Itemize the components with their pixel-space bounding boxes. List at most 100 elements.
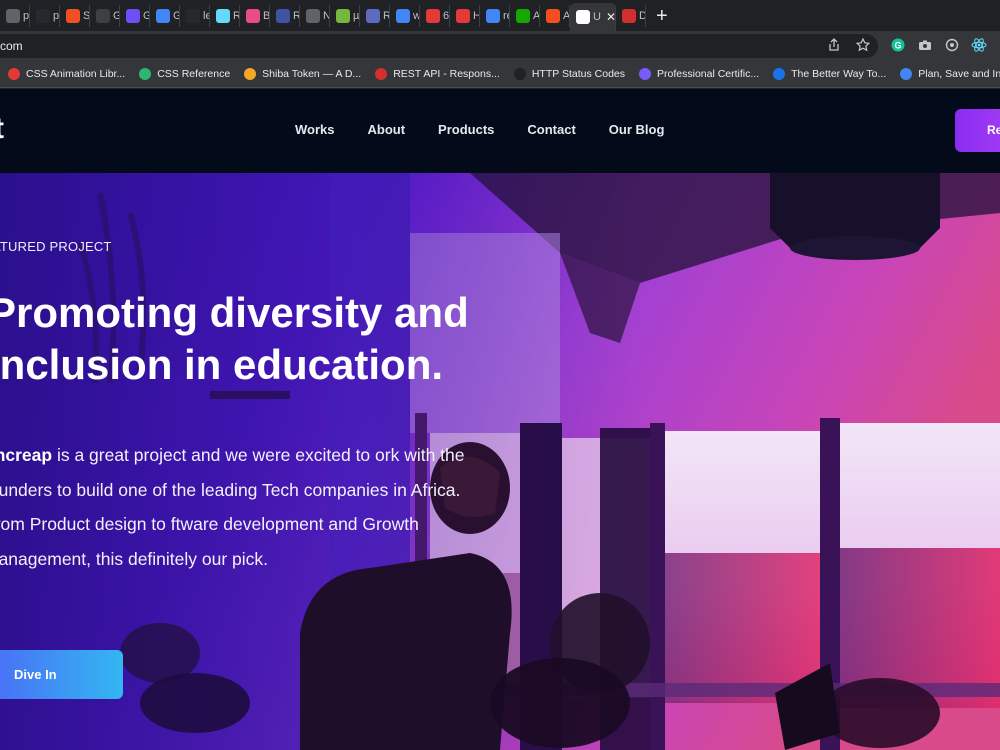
nav-about[interactable]: About — [368, 122, 406, 137]
bookmark-label: Plan, Save and Inve... — [918, 67, 1000, 80]
utorrent-icon — [336, 8, 350, 23]
close-tab-icon[interactable]: ✕ — [606, 10, 615, 24]
tab-strip: pu pu Si Ge Ge Gc ler Re Br Re Ne µT Re wl 6 c He re Ac Ac… — [0, 0, 1000, 31]
bookmark-label: CSS Reference — [157, 67, 231, 80]
browser-tab[interactable]: Br — [240, 4, 270, 27]
bookmark-item[interactable]: REST API - Respons... — [375, 67, 500, 80]
browser-tab-label: Br — [263, 9, 270, 22]
react-icon — [216, 8, 230, 23]
bookmark-item[interactable]: The Better Way To... — [773, 67, 887, 80]
featured-project-label: ATURED PROJECT — [0, 239, 112, 254]
bookmark-item[interactable]: Professional Certific... — [639, 67, 760, 80]
svg-text:G: G — [894, 41, 901, 51]
browser-tab[interactable]: He — [450, 4, 480, 27]
grammarly-icon[interactable]: G — [890, 37, 906, 53]
youtube-icon — [426, 8, 440, 23]
bookmark-label: Professional Certific... — [657, 67, 760, 80]
hero-headline-line-2: inclusion in education. — [0, 341, 444, 388]
browser-tab[interactable]: Si — [60, 4, 90, 27]
dive-in-button[interactable]: Dive In — [0, 650, 123, 699]
address-bar[interactable]: com — [0, 34, 878, 58]
header-cta-button[interactable]: Re — [955, 109, 1000, 152]
page-icon — [306, 8, 320, 23]
browser-tab[interactable]: Dc — [616, 4, 646, 27]
address-bar-url: com — [0, 39, 23, 53]
browser-tab-label: pu — [23, 9, 30, 22]
browser-tab-label: Re — [233, 10, 239, 22]
browser-tab[interactable]: Re — [210, 4, 240, 27]
page-icon — [622, 8, 636, 23]
hero-headline-line-1: Promoting diversity and — [0, 289, 469, 336]
browser-tab[interactable]: Gc — [150, 4, 180, 27]
bookmark-favicon-icon — [244, 67, 257, 80]
share-icon[interactable] — [826, 37, 842, 53]
browser-tab[interactable]: Ac — [510, 4, 540, 27]
dive-in-label: Dive In — [14, 667, 57, 682]
c-icon — [456, 8, 470, 23]
page-icon — [126, 8, 140, 23]
nav-our-blog[interactable]: Our Blog — [609, 122, 665, 137]
bookmark-item[interactable]: CSS Reference — [139, 67, 231, 80]
nav-works[interactable]: Works — [295, 122, 335, 137]
browser-tab[interactable]: Ac — [540, 4, 570, 27]
browser-tab-label: He — [473, 10, 479, 22]
github-icon — [186, 8, 200, 23]
camera-icon[interactable] — [917, 37, 933, 53]
browser-tab-label: ler — [203, 9, 209, 22]
browser-tab[interactable]: µT — [330, 4, 360, 27]
browser-tab-label: U — [593, 11, 601, 23]
bookmark-item[interactable]: CSS Animation Libr... — [8, 67, 126, 80]
site-header: t Works About Products Contact Our Blog … — [0, 89, 1000, 173]
browser-tab[interactable]: re — [480, 4, 510, 27]
browser-tab[interactable]: U ✕ — [570, 3, 616, 31]
browser-tab[interactable]: Re — [270, 4, 300, 27]
new-tab-icon[interactable]: + — [656, 5, 668, 27]
bookmark-star-icon[interactable] — [855, 37, 871, 53]
github-icon — [36, 8, 50, 23]
frontendmentor-icon — [276, 8, 290, 23]
bookmarks-bar: CSS Animation Libr... CSS Reference Shiba … — [0, 60, 1000, 88]
bookmark-favicon-icon — [139, 67, 152, 80]
bookmark-item[interactable]: Plan, Save and Inve... — [900, 67, 1000, 80]
browser-tab[interactable]: 6 c — [420, 4, 450, 27]
nav-contact[interactable]: Contact — [527, 122, 575, 137]
browser-tab-label: Ge — [143, 10, 149, 22]
browser-tab[interactable]: wl — [390, 4, 420, 27]
browser-tab[interactable]: Ne — [300, 4, 330, 27]
browser-tab[interactable]: pu — [0, 4, 30, 27]
browser-tab-label: Re — [383, 10, 389, 22]
bookmark-label: HTTP Status Codes — [531, 67, 626, 80]
terminal-icon — [366, 8, 380, 23]
bookmark-label: REST API - Respons... — [393, 67, 500, 80]
extension-icon[interactable] — [944, 37, 960, 53]
site-logo[interactable]: t — [0, 112, 4, 146]
bookmark-favicon-icon — [773, 67, 786, 80]
nav-products[interactable]: Products — [438, 122, 494, 137]
bookmark-favicon-icon — [375, 67, 388, 80]
hero-description-highlight: oncreap — [0, 445, 53, 465]
bookmark-label: Shiba Token — A D... — [262, 67, 362, 80]
browser-tab-label: Ne — [323, 10, 329, 22]
hero-description: oncreap is a great project and we were e… — [0, 438, 474, 576]
page-icon — [6, 8, 20, 23]
browser-tab-label: Ac — [533, 9, 540, 22]
bookmark-label: The Better Way To... — [791, 67, 887, 80]
bookmark-label: CSS Animation Libr... — [26, 67, 126, 80]
browser-tab[interactable]: Ge — [120, 4, 150, 27]
browser-tab-label: Re — [293, 10, 299, 22]
browser-tab-label: wl — [413, 10, 419, 22]
bookmark-item[interactable]: HTTP Status Codes — [513, 67, 626, 80]
browser-tab-label: Dc — [639, 10, 645, 22]
bookmark-favicon-icon — [900, 67, 913, 80]
browser-tab-label: 6 c — [443, 9, 450, 22]
figma-icon — [546, 8, 560, 23]
bookmark-item[interactable]: Shiba Token — A D... — [244, 67, 362, 80]
react-devtools-icon[interactable] — [971, 37, 987, 53]
browser-tab[interactable]: ler — [180, 4, 210, 27]
browser-tab[interactable]: pu — [30, 4, 60, 27]
google-icon — [486, 8, 500, 23]
browser-tab[interactable]: Ge — [90, 4, 120, 27]
microsoft-icon — [66, 8, 80, 23]
browser-tab[interactable]: Re — [360, 4, 390, 27]
google-icon — [396, 8, 410, 23]
